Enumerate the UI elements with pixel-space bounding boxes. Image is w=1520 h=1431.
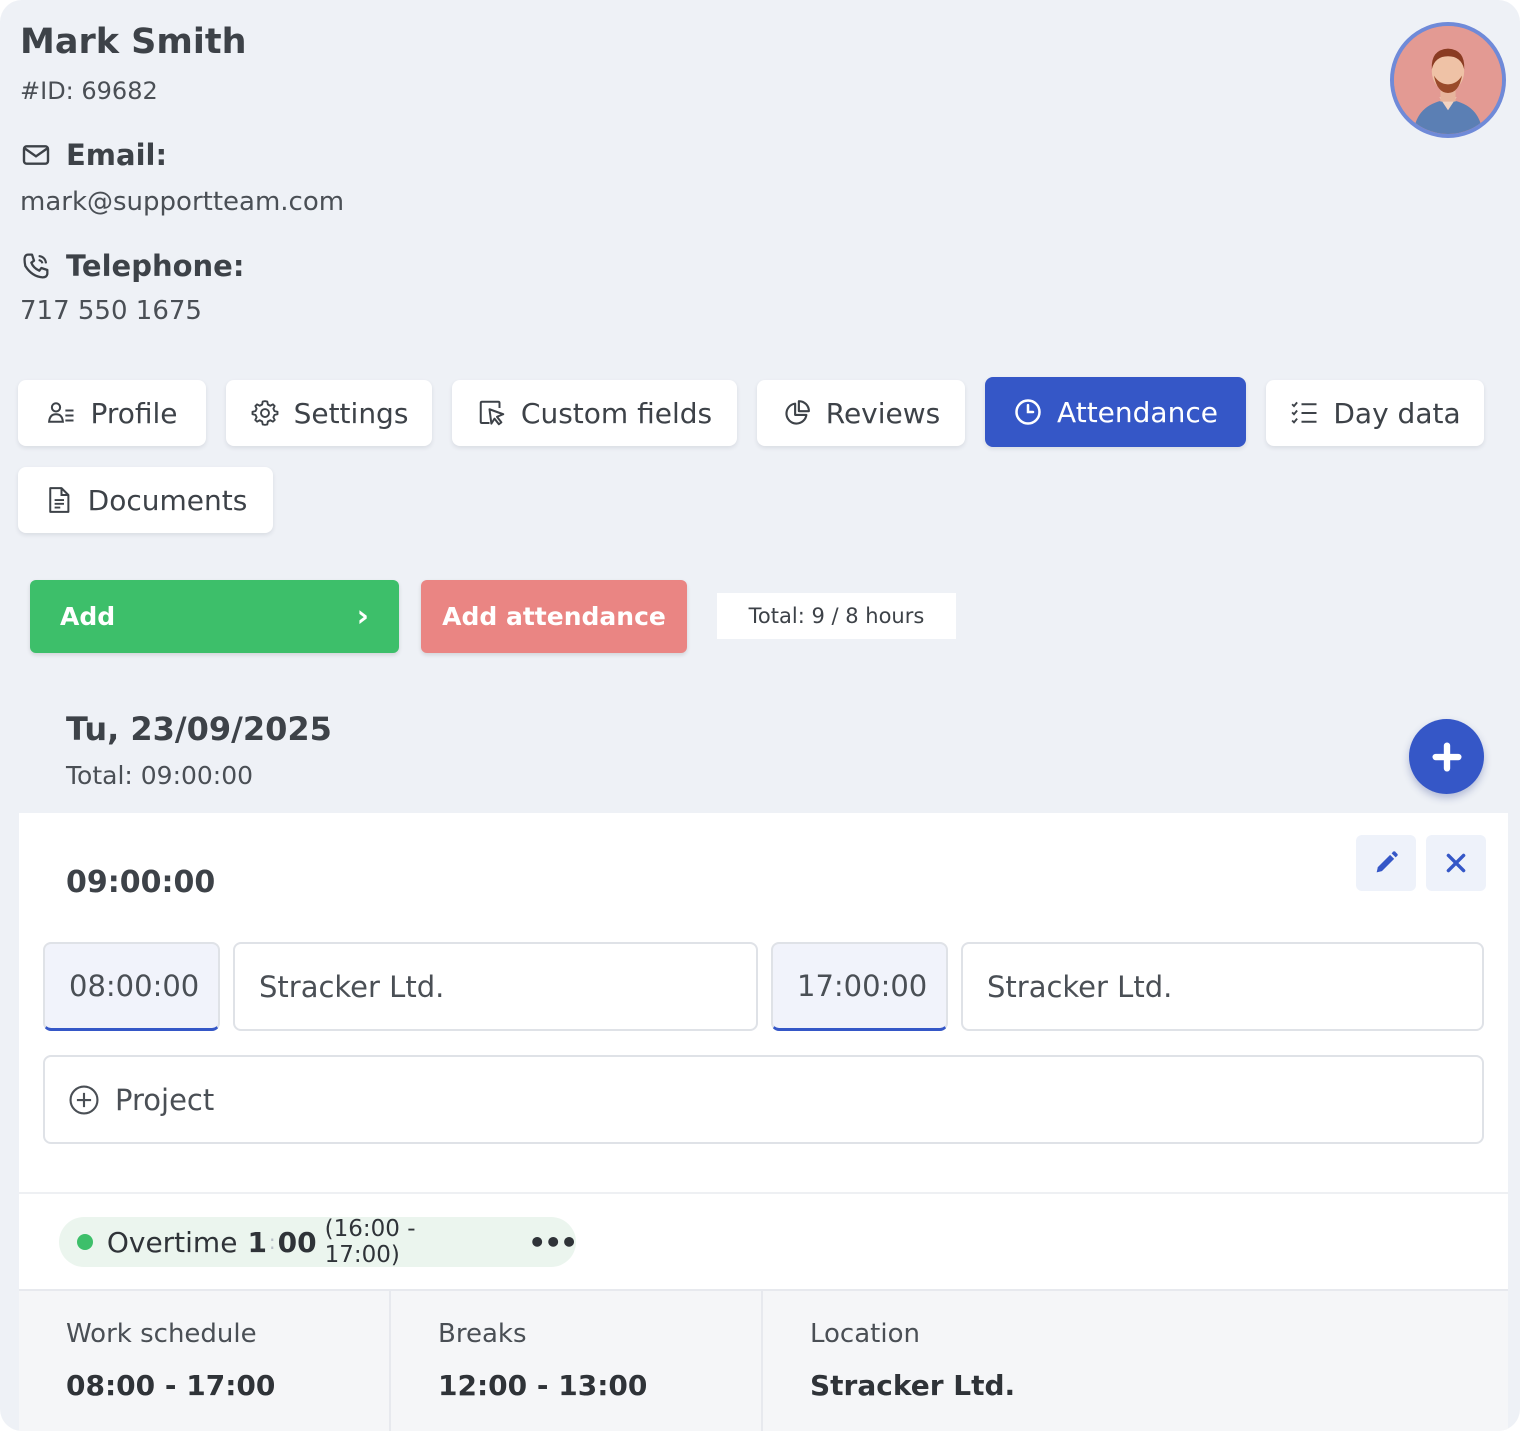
envelope-icon [22, 145, 50, 165]
avatar-image [1394, 26, 1502, 134]
location-cell: Location Stracker Ltd. [763, 1291, 1508, 1431]
status-dot-icon [77, 1234, 93, 1250]
email-label-row: Email: [20, 138, 167, 172]
phone-label: Telephone: [66, 249, 245, 283]
checklist-icon [1291, 401, 1317, 424]
breaks-cell: Breaks 12:00 - 13:00 [391, 1291, 763, 1431]
employee-name: Mark Smith [20, 22, 247, 62]
clock-icon [1015, 399, 1041, 425]
delete-button[interactable] [1426, 835, 1486, 891]
pie-chart-icon [785, 400, 810, 425]
add-entry-button[interactable] [1409, 719, 1484, 794]
add-button[interactable]: Add › [30, 580, 399, 653]
total-hours-badge: Total: 9 / 8 hours [717, 593, 956, 639]
start-time-field[interactable]: 08:00:00 [43, 942, 220, 1031]
tab-documents-label: Documents [87, 483, 248, 517]
phone-value[interactable]: 717 550 1675 [20, 296, 202, 326]
gear-icon [251, 400, 279, 426]
avatar[interactable] [1390, 22, 1506, 138]
tab-profile-label: Profile [90, 396, 178, 430]
tab-documents[interactable]: Documents [18, 467, 273, 533]
pointer-icon [479, 400, 505, 426]
work-schedule-value: 08:00 - 17:00 [66, 1369, 276, 1402]
tab-day-data-label: Day data [1333, 396, 1461, 430]
overtime-label: Overtime [106, 1225, 238, 1259]
employee-id: #ID: 69682 [20, 77, 158, 105]
tab-day-data[interactable]: Day data [1266, 380, 1484, 446]
overtime-separator: : [268, 1230, 276, 1254]
project-field[interactable]: Project [43, 1055, 1484, 1144]
location-label: Location [810, 1319, 920, 1349]
schedule-summary: Work schedule 08:00 - 17:00 Breaks 12:00… [19, 1289, 1508, 1431]
profile-list-icon [48, 402, 74, 423]
attendance-entry-card: 09:00:00 08:00:00 Stracker Ltd. 17:00:00… [19, 813, 1508, 1289]
end-time-field[interactable]: 17:00:00 [771, 942, 948, 1031]
phone-icon [23, 253, 49, 279]
tab-custom-fields-label: Custom fields [520, 396, 713, 430]
overtime-range: (16:00 - 17:00) [324, 1216, 416, 1268]
tab-settings-label: Settings [293, 396, 409, 430]
day-date: Tu, 23/09/2025 [66, 710, 332, 748]
overtime-minutes: 00 [277, 1225, 317, 1259]
day-total: Total: 09:00:00 [66, 761, 254, 790]
breaks-label: Breaks [438, 1319, 527, 1349]
email-value[interactable]: mark@supportteam.com [20, 187, 344, 217]
tab-attendance[interactable]: Attendance [985, 377, 1246, 447]
add-button-label: Add [60, 602, 116, 631]
overtime-badge[interactable]: Overtime 1 : 00 (16:00 - 17:00) ••• [59, 1216, 578, 1268]
email-label: Email: [66, 138, 168, 172]
work-schedule-cell: Work schedule 08:00 - 17:00 [19, 1291, 391, 1431]
tab-attendance-label: Attendance [1057, 395, 1218, 429]
tab-reviews[interactable]: Reviews [757, 380, 965, 446]
location-value: Stracker Ltd. [810, 1369, 1016, 1402]
start-location-field[interactable]: Stracker Ltd. [233, 942, 758, 1031]
add-attendance-button[interactable]: Add attendance [421, 580, 687, 653]
entry-duration: 09:00:00 [66, 865, 216, 900]
tab-custom-fields[interactable]: Custom fields [452, 380, 737, 446]
document-icon [48, 487, 70, 513]
close-icon [1446, 853, 1466, 873]
employee-panel: Mark Smith #ID: 69682 Email: mark@suppor… [0, 0, 1520, 1431]
pencil-icon [1376, 851, 1398, 873]
add-circle-icon [69, 1084, 99, 1115]
plus-icon [1431, 741, 1462, 772]
overtime-hours: 1 [247, 1225, 267, 1259]
edit-button[interactable] [1356, 835, 1416, 891]
work-schedule-label: Work schedule [66, 1319, 257, 1349]
breaks-value: 12:00 - 13:00 [438, 1369, 648, 1402]
project-placeholder: Project [115, 1082, 215, 1117]
chevron-right-icon: › [356, 599, 369, 634]
tab-profile[interactable]: Profile [18, 380, 206, 446]
tab-settings[interactable]: Settings [226, 380, 432, 446]
tab-reviews-label: Reviews [825, 396, 941, 430]
phone-label-row: Telephone: [20, 249, 244, 283]
more-options-icon[interactable]: ••• [528, 1226, 578, 1259]
card-divider [19, 1192, 1508, 1194]
end-location-field[interactable]: Stracker Ltd. [961, 942, 1484, 1031]
